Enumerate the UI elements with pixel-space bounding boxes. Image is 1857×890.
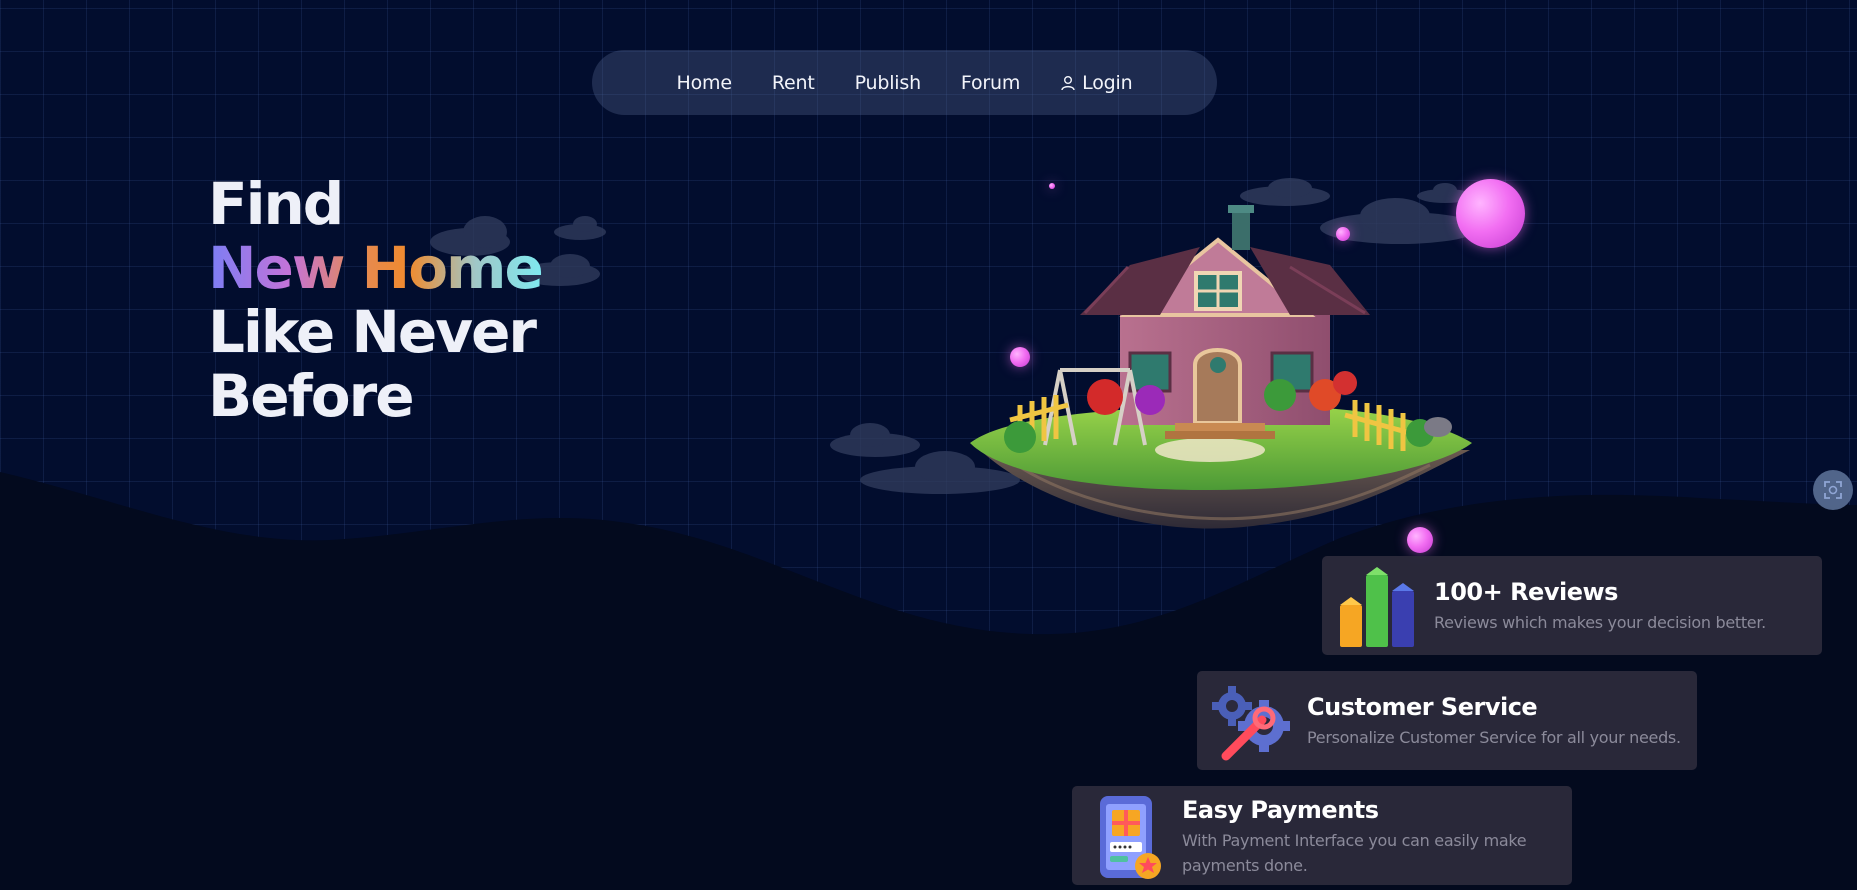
- feature-title: Customer Service: [1307, 693, 1538, 721]
- feature-card-customer-service: Customer Service Personalize Customer Se…: [1197, 671, 1697, 770]
- nav-forum-label: Forum: [960, 71, 1021, 94]
- nav-login-label: Login: [1082, 71, 1133, 94]
- scan-icon: [1824, 481, 1842, 499]
- bar-chart-icon: [1322, 556, 1434, 655]
- nav-rent-label: Rent: [771, 71, 815, 94]
- nav-forum[interactable]: Forum: [961, 72, 1020, 94]
- feature-title: Easy Payments: [1182, 796, 1379, 824]
- nav-rent[interactable]: Rent: [772, 72, 815, 94]
- pink-bubble: [1049, 183, 1055, 189]
- headline-line-3: Like Never: [208, 298, 537, 366]
- feature-title: 100+ Reviews: [1434, 578, 1618, 606]
- feature-desc: Personalize Customer Service for all you…: [1307, 728, 1681, 747]
- headline-line-4: Before: [208, 362, 415, 430]
- feature-desc: With Payment Interface you can easily ma…: [1182, 831, 1527, 875]
- feature-desc: Reviews which makes your decision better…: [1434, 613, 1766, 632]
- headline-line-1: Find: [208, 170, 344, 238]
- scan-button[interactable]: [1813, 470, 1853, 510]
- floating-house-illustration: [970, 205, 1472, 529]
- main-navbar: Home Rent Publish Forum Login: [592, 50, 1217, 115]
- headline-highlight: New Home: [208, 234, 544, 302]
- user-icon: [1061, 75, 1075, 90]
- nav-publish[interactable]: Publish: [854, 71, 922, 94]
- nav-home-label: Home: [676, 71, 733, 94]
- nav-publish-label: Publish: [854, 71, 922, 94]
- feature-card-easy-payments: Easy Payments With Payment Interface you…: [1072, 786, 1572, 885]
- hero-headline: Find New Home Like Never Before: [208, 170, 544, 430]
- gears-wrench-icon: [1197, 671, 1307, 770]
- feature-card-reviews: 100+ Reviews Reviews which makes your de…: [1322, 556, 1822, 655]
- nav-home[interactable]: Home: [676, 71, 733, 94]
- nav-login[interactable]: Login: [1060, 71, 1133, 94]
- payment-phone-icon: [1072, 786, 1182, 885]
